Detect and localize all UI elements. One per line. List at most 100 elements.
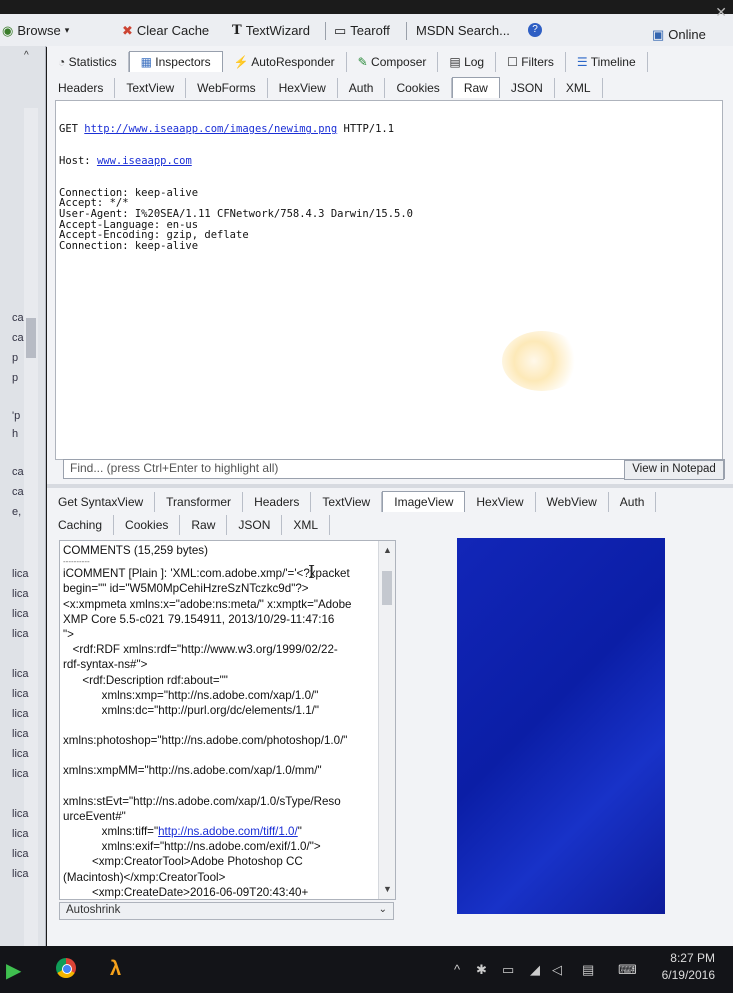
session-row-fragment[interactable]: p: [12, 352, 18, 364]
clock-time: 8:27 PM: [670, 951, 715, 965]
notifications-icon[interactable]: ▤: [582, 962, 594, 978]
tab-timeline[interactable]: ☰ Timeline: [566, 52, 648, 72]
response-tab-imageview[interactable]: ImageView: [382, 491, 466, 512]
session-row-fragment[interactable]: lica: [12, 808, 29, 820]
comments-title: COMMENTS (15,259 bytes): [63, 544, 208, 557]
host-link[interactable]: www.iseaapp.com: [97, 155, 192, 167]
session-row-fragment[interactable]: lica: [12, 848, 29, 860]
response-tab-textview[interactable]: TextView: [311, 492, 383, 512]
statistics-icon: ◔: [58, 55, 69, 69]
session-row-fragment[interactable]: h: [12, 428, 18, 440]
response-tab-hexview[interactable]: HexView: [465, 492, 536, 512]
play-icon[interactable]: ▶: [6, 958, 21, 983]
session-list-strip[interactable]: ^ ca ca p p 'p h ca ca e, lica lica lica lica lica lic…: [0, 46, 46, 946]
tray-app-icon[interactable]: ✱: [476, 962, 487, 978]
session-row-fragment[interactable]: lica: [12, 708, 29, 720]
request-url[interactable]: http://www.iseaapp.com/images/newimg.png: [84, 123, 337, 135]
session-row-fragment[interactable]: lica: [12, 608, 29, 620]
response-tab-raw[interactable]: Raw: [180, 515, 228, 535]
response-tab-caching[interactable]: Caching: [47, 515, 115, 535]
response-tab-get-syntaxview[interactable]: Get SyntaxView: [47, 492, 156, 512]
request-tab-headers[interactable]: Headers: [47, 78, 116, 98]
request-tab-json[interactable]: JSON: [500, 78, 555, 98]
session-row-fragment[interactable]: ca: [12, 466, 24, 478]
session-row-fragment[interactable]: ca: [12, 486, 24, 498]
request-tab-auth[interactable]: Auth: [338, 78, 386, 98]
comment-line: <rdf:Description rdf:about="": [63, 673, 228, 687]
online-indicator[interactable]: ▣ Online: [652, 24, 706, 44]
comment-line: [63, 748, 373, 763]
session-row-fragment[interactable]: lica: [12, 588, 29, 600]
system-clock[interactable]: 8:27 PM 6/19/2016: [662, 950, 715, 984]
msdn-search-box[interactable]: MSDN Search...: [416, 20, 510, 40]
session-row-fragment[interactable]: lica: [12, 688, 29, 700]
tab-inspectors[interactable]: ▦ Inspectors: [128, 51, 223, 72]
tab-log[interactable]: ▤ Log: [438, 52, 497, 72]
image-comments-view[interactable]: COMMENTS (15,259 bytes) ---------- iCOMM…: [59, 540, 396, 900]
request-tab-hexview[interactable]: HexView: [268, 78, 338, 98]
comments-scrollbar[interactable]: ▲ ▼: [378, 541, 395, 899]
panel-splitter[interactable]: [47, 484, 733, 488]
autoshrink-dropdown[interactable]: Autoshrink ⌄: [59, 902, 394, 920]
textwizard-icon: T: [232, 22, 242, 38]
browse-button[interactable]: ◉ Browse ▾: [2, 20, 69, 40]
clear-cache-button[interactable]: ✖ Clear Cache: [122, 20, 209, 40]
session-row-fragment[interactable]: lica: [12, 768, 29, 780]
tab-label: XML: [565, 81, 591, 95]
session-list-scrollbar[interactable]: [24, 108, 38, 946]
battery-icon[interactable]: ▭: [502, 962, 514, 978]
session-row-fragment[interactable]: e,: [12, 506, 21, 518]
close-icon[interactable]: ✕: [715, 4, 727, 21]
request-tab-raw[interactable]: Raw: [451, 77, 500, 98]
chevron-up-icon[interactable]: ^: [454, 962, 460, 977]
session-row-fragment[interactable]: 'p: [12, 410, 20, 422]
response-tab-webview[interactable]: WebView: [536, 492, 609, 512]
session-row-fragment[interactable]: lica: [12, 828, 29, 840]
chrome-icon[interactable]: [56, 958, 76, 984]
tearoff-button[interactable]: ▭ Tearoff: [334, 20, 390, 40]
tab-composer[interactable]: ✎ Composer: [347, 52, 439, 72]
session-row-fragment[interactable]: lica: [12, 868, 29, 880]
session-row-fragment[interactable]: ca: [12, 312, 24, 324]
wifi-icon[interactable]: ◢: [530, 962, 540, 978]
scroll-up-icon[interactable]: ^: [24, 50, 29, 61]
response-tab-auth[interactable]: Auth: [609, 492, 657, 512]
session-row-fragment[interactable]: ca: [12, 332, 24, 344]
raw-request-view[interactable]: GET http://www.iseaapp.com/images/newimg…: [55, 100, 723, 460]
tab-label: TextView: [126, 81, 175, 95]
session-row-fragment[interactable]: lica: [12, 668, 29, 680]
lambda-app-icon[interactable]: λ: [110, 958, 121, 981]
request-tab-webforms[interactable]: WebForms: [186, 78, 268, 98]
textwizard-button[interactable]: T TextWizard: [232, 20, 310, 40]
help-icon[interactable]: ?: [528, 20, 542, 40]
session-row-fragment[interactable]: lica: [12, 568, 29, 580]
tab-autoresponder[interactable]: ⚡ AutoResponder: [223, 52, 347, 72]
request-tab-cookies[interactable]: Cookies: [385, 78, 452, 98]
session-row-fragment[interactable]: lica: [12, 728, 29, 740]
response-tab-json[interactable]: JSON: [227, 515, 283, 535]
keyboard-icon[interactable]: ⌨: [618, 962, 637, 978]
scrollbar-thumb[interactable]: [382, 571, 392, 605]
response-tab-headers[interactable]: Headers: [243, 492, 312, 512]
response-tab-transformer[interactable]: Transformer: [155, 492, 244, 512]
tiff-link[interactable]: http://ns.adobe.com/tiff/1.0/: [158, 825, 298, 838]
comment-line: <x:xmpmeta xmlns:x="adobe:ns:meta/" x:xm…: [63, 597, 352, 611]
scrollbar-thumb[interactable]: [26, 318, 36, 358]
response-tab-xml[interactable]: XML: [282, 515, 331, 535]
msdn-search-label: MSDN Search...: [416, 22, 510, 38]
volume-icon[interactable]: ◁: [552, 962, 562, 978]
comment-line: urceEvent#": [63, 809, 126, 823]
tab-filters[interactable]: ☐ Filters: [496, 52, 566, 72]
screen-glare: [502, 331, 582, 391]
response-tab-cookies[interactable]: Cookies: [114, 515, 181, 535]
tab-statistics[interactable]: ◔ Statistics: [47, 52, 129, 72]
comment-line: XMP Core 5.5-c021 79.154911, 2013/10/29-…: [63, 612, 335, 626]
session-row-fragment[interactable]: p: [12, 372, 18, 384]
request-tab-textview[interactable]: TextView: [115, 78, 187, 98]
session-row-fragment[interactable]: lica: [12, 748, 29, 760]
scroll-up-icon[interactable]: ▲: [383, 543, 392, 558]
request-tab-xml[interactable]: XML: [555, 78, 603, 98]
session-row-fragment[interactable]: lica: [12, 628, 29, 640]
view-in-notepad-button[interactable]: View in Notepad: [624, 460, 724, 480]
scroll-down-icon[interactable]: ▼: [383, 882, 392, 897]
